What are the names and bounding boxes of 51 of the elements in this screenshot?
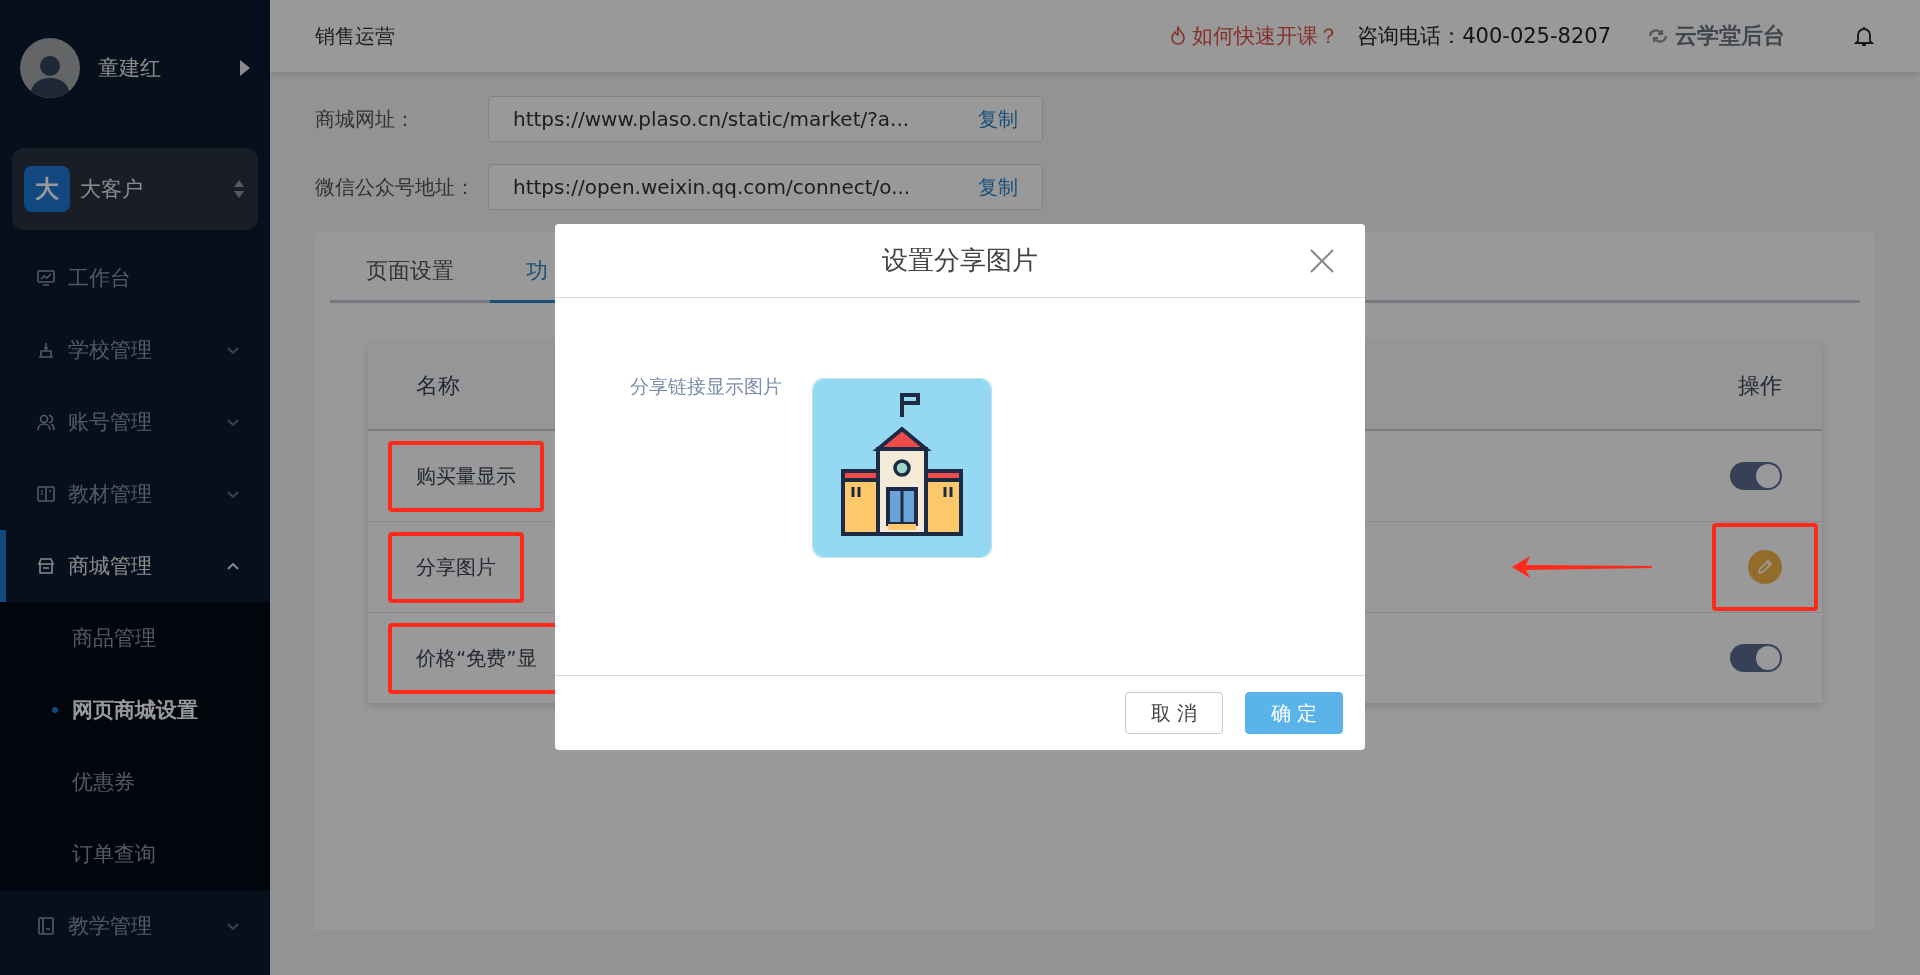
sidebar-item[interactable]: 工作台 [0, 242, 270, 314]
url-field[interactable]: https://www.plaso.cn/static/market/?a... 复制 [488, 96, 1043, 142]
table-cell: 分享图片 [416, 554, 496, 579]
school-drawing[interactable] [812, 378, 992, 558]
brand-link[interactable]: 云学堂后台 [1647, 21, 1785, 51]
copy-link[interactable]: 复制 [978, 105, 1018, 133]
building-icon [36, 340, 56, 360]
submenu-item[interactable]: 商品管理 [0, 602, 270, 674]
submenu-item[interactable]: 优惠券 [0, 746, 270, 818]
sidebar-item[interactable]: 学校管理 [0, 314, 270, 386]
submenu-item[interactable]: 订单查询 [0, 818, 270, 890]
chart-icon [36, 268, 56, 288]
book-icon [36, 484, 56, 504]
notebook-icon [36, 916, 56, 936]
toggle-switch[interactable] [1730, 462, 1782, 490]
table-cell: 购买量显示 [416, 463, 516, 488]
sidebar-item[interactable]: 教材管理 [0, 458, 270, 530]
help-link[interactable]: 如何快速开课？ [1170, 22, 1340, 50]
tab[interactable]: 页面设置 [330, 256, 490, 303]
dialog-title: 设置分享图片 [882, 244, 1038, 277]
page-title: 销售运营 [315, 22, 396, 50]
sidebar-item[interactable]: 商城管理 [0, 530, 270, 602]
cancel-button[interactable]: 取 消 [1125, 692, 1223, 734]
users-icon [36, 412, 56, 432]
sidebar-item[interactable]: 账号管理 [0, 386, 270, 458]
field-label: 微信公众号地址： [315, 173, 476, 201]
user-name: 童建红 [98, 55, 162, 82]
column-header: 名称 [416, 372, 460, 400]
close-icon[interactable] [1309, 248, 1335, 274]
phone-number: 咨询电话：400-025-8207 [1357, 23, 1611, 50]
confirm-button[interactable]: 确 定 [1245, 692, 1343, 734]
notification-bell-icon[interactable] [1853, 25, 1875, 47]
field-label: 分享链接显示图片 [630, 374, 782, 399]
refresh-icon [1647, 27, 1669, 45]
pencil-icon [1756, 558, 1774, 576]
submenu-item[interactable]: 网页商城设置 [0, 674, 270, 746]
copy-link[interactable]: 复制 [978, 173, 1018, 201]
toggle-switch[interactable] [1730, 644, 1782, 672]
expand-triangle-icon[interactable] [240, 60, 250, 76]
flame-icon [1170, 26, 1187, 46]
user-avatar[interactable] [20, 38, 80, 98]
field-label: 商城网址： [315, 105, 416, 133]
sidebar-item[interactable]: 教学管理 [0, 890, 270, 962]
url-field[interactable]: https://open.weixin.qq.com/connect/o... 复制 [488, 164, 1043, 210]
sort-caret-icon [232, 178, 246, 200]
table-cell: 价格“免费”显 [416, 645, 537, 670]
organization-name: 大客户 [80, 176, 144, 203]
organization-badge: 大 [24, 166, 70, 212]
organization-switcher[interactable]: 大 大客户 [12, 148, 258, 230]
shop-icon [36, 556, 56, 576]
column-header: 操作 [1738, 372, 1782, 400]
